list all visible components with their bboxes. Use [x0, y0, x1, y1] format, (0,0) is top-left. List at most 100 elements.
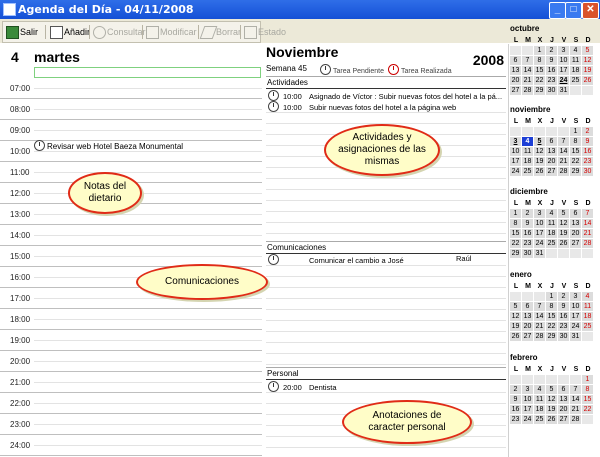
calendar-day[interactable]: 21 — [534, 322, 546, 332]
calendar-day[interactable]: 26 — [534, 167, 546, 177]
calendar-day[interactable]: 13 — [558, 395, 570, 405]
calendar-day[interactable]: 21 — [582, 229, 594, 239]
calendar-day[interactable]: 2 — [522, 209, 534, 219]
calendar-day[interactable]: 12 — [546, 395, 558, 405]
calendar-day[interactable]: 24 — [534, 239, 546, 249]
calendar-day[interactable]: 3 — [570, 292, 582, 302]
calendar-day[interactable]: 22 — [570, 157, 582, 167]
calendar-day[interactable]: 13 — [546, 147, 558, 157]
calendar-day[interactable]: 15 — [546, 312, 558, 322]
calendar-day[interactable]: 10 — [534, 219, 546, 229]
calendar-day[interactable]: 1 — [546, 292, 558, 302]
calendar-day[interactable]: 6 — [558, 385, 570, 395]
calendar-day[interactable]: 22 — [510, 239, 522, 249]
calendar-day[interactable]: 23 — [582, 157, 594, 167]
calendar-day[interactable]: 2 — [582, 127, 594, 137]
calendar-day[interactable]: 9 — [522, 219, 534, 229]
calendar-day[interactable]: 8 — [570, 137, 582, 147]
calendar-day[interactable]: 25 — [582, 322, 594, 332]
calendar-day[interactable]: 7 — [558, 137, 570, 147]
anadir-button[interactable]: Añadir — [48, 23, 90, 41]
activity-item[interactable]: 10:00 Asignado de Víctor : Subir nuevas f… — [268, 90, 504, 101]
calendar-day[interactable]: 3 — [522, 385, 534, 395]
estado-button[interactable]: Estado — [242, 23, 286, 41]
calendar-day[interactable]: 10 — [558, 56, 570, 66]
calendar-day[interactable]: 25 — [546, 239, 558, 249]
calendar-day[interactable]: 4 — [582, 292, 594, 302]
calendar-day[interactable]: 21 — [522, 76, 534, 86]
hour-row[interactable]: 21:00 — [0, 372, 262, 393]
calendar-day[interactable]: 6 — [570, 209, 582, 219]
activity-item[interactable]: 10:00 Subir nuevas fotos del hotel a la p… — [268, 101, 504, 112]
calendar-day[interactable]: 28 — [558, 167, 570, 177]
calendar-day[interactable]: 31 — [534, 249, 546, 259]
calendar-day[interactable]: 4 — [522, 137, 534, 147]
calendar-day[interactable]: 24 — [570, 322, 582, 332]
calendar-day[interactable]: 22 — [534, 76, 546, 86]
calendar-day[interactable]: 4 — [534, 385, 546, 395]
calendar-day[interactable]: 14 — [582, 219, 594, 229]
calendar-day[interactable]: 20 — [570, 229, 582, 239]
calendar-day[interactable]: 17 — [522, 405, 534, 415]
calendar-day[interactable]: 27 — [558, 415, 570, 425]
calendar-day[interactable]: 29 — [510, 249, 522, 259]
calendar-day[interactable]: 24 — [522, 415, 534, 425]
calendar-day[interactable]: 15 — [570, 147, 582, 157]
calendar-day[interactable]: 12 — [510, 312, 522, 322]
calendar-day[interactable]: 5 — [534, 137, 546, 147]
all-day-field[interactable] — [34, 67, 261, 78]
calendar-day[interactable]: 1 — [534, 46, 546, 56]
calendar-day[interactable]: 1 — [510, 209, 522, 219]
calendar-day[interactable]: 5 — [582, 46, 594, 56]
calendar-day[interactable]: 17 — [558, 66, 570, 76]
calendar-day[interactable]: 19 — [546, 405, 558, 415]
calendar-day[interactable]: 6 — [546, 137, 558, 147]
calendar-day[interactable]: 28 — [522, 86, 534, 96]
hour-row[interactable]: 08:00 — [0, 99, 262, 120]
hour-row[interactable]: 19:00 — [0, 330, 262, 351]
calendar-day[interactable]: 26 — [510, 332, 522, 342]
diary-note[interactable]: Revisar web Hotel Baeza Monumental — [34, 140, 183, 152]
calendar-day[interactable]: 5 — [558, 209, 570, 219]
calendar-day[interactable]: 24 — [558, 76, 570, 86]
calendar-day[interactable]: 4 — [570, 46, 582, 56]
calendar-day[interactable]: 31 — [558, 86, 570, 96]
calendar-day[interactable]: 8 — [582, 385, 594, 395]
minimize-icon[interactable]: _ — [549, 2, 566, 19]
calendar-day[interactable]: 15 — [582, 395, 594, 405]
calendar-day[interactable]: 27 — [570, 239, 582, 249]
calendar-day[interactable]: 4 — [546, 209, 558, 219]
calendar-day[interactable]: 16 — [582, 147, 594, 157]
calendar-day[interactable]: 20 — [510, 76, 522, 86]
calendar-day[interactable]: 18 — [534, 405, 546, 415]
close-icon[interactable]: ✕ — [582, 2, 599, 19]
calendar-day[interactable]: 17 — [510, 157, 522, 167]
calendar-day[interactable]: 10 — [510, 147, 522, 157]
modificar-button[interactable]: Modificar — [144, 23, 197, 41]
calendar-day[interactable]: 7 — [570, 385, 582, 395]
calendar-day[interactable]: 17 — [534, 229, 546, 239]
calendar-day[interactable]: 13 — [522, 312, 534, 322]
calendar-day[interactable]: 19 — [582, 66, 594, 76]
calendar-day[interactable]: 22 — [582, 405, 594, 415]
calendar-day[interactable]: 2 — [510, 385, 522, 395]
calendar-day[interactable]: 24 — [510, 167, 522, 177]
calendar-day[interactable]: 25 — [522, 167, 534, 177]
hour-row[interactable]: 15:00 — [0, 246, 262, 267]
calendar-day[interactable]: 21 — [570, 405, 582, 415]
calendar-day[interactable]: 26 — [582, 76, 594, 86]
communication-item[interactable]: Comunicar el cambio a José Raúl — [268, 254, 504, 265]
hour-row[interactable]: 23:00 — [0, 414, 262, 435]
calendar-day[interactable]: 25 — [570, 76, 582, 86]
calendar-day[interactable]: 30 — [558, 332, 570, 342]
calendar-day[interactable]: 11 — [546, 219, 558, 229]
calendar-day[interactable]: 16 — [558, 312, 570, 322]
calendar-day[interactable]: 16 — [546, 66, 558, 76]
calendar-day[interactable]: 1 — [582, 375, 594, 385]
hour-row[interactable]: 09:00 — [0, 120, 262, 141]
calendar-day[interactable]: 30 — [546, 86, 558, 96]
calendar-day[interactable]: 9 — [510, 395, 522, 405]
calendar-day[interactable]: 15 — [534, 66, 546, 76]
hour-row[interactable]: 22:00 — [0, 393, 262, 414]
calendar-day[interactable]: 23 — [522, 239, 534, 249]
